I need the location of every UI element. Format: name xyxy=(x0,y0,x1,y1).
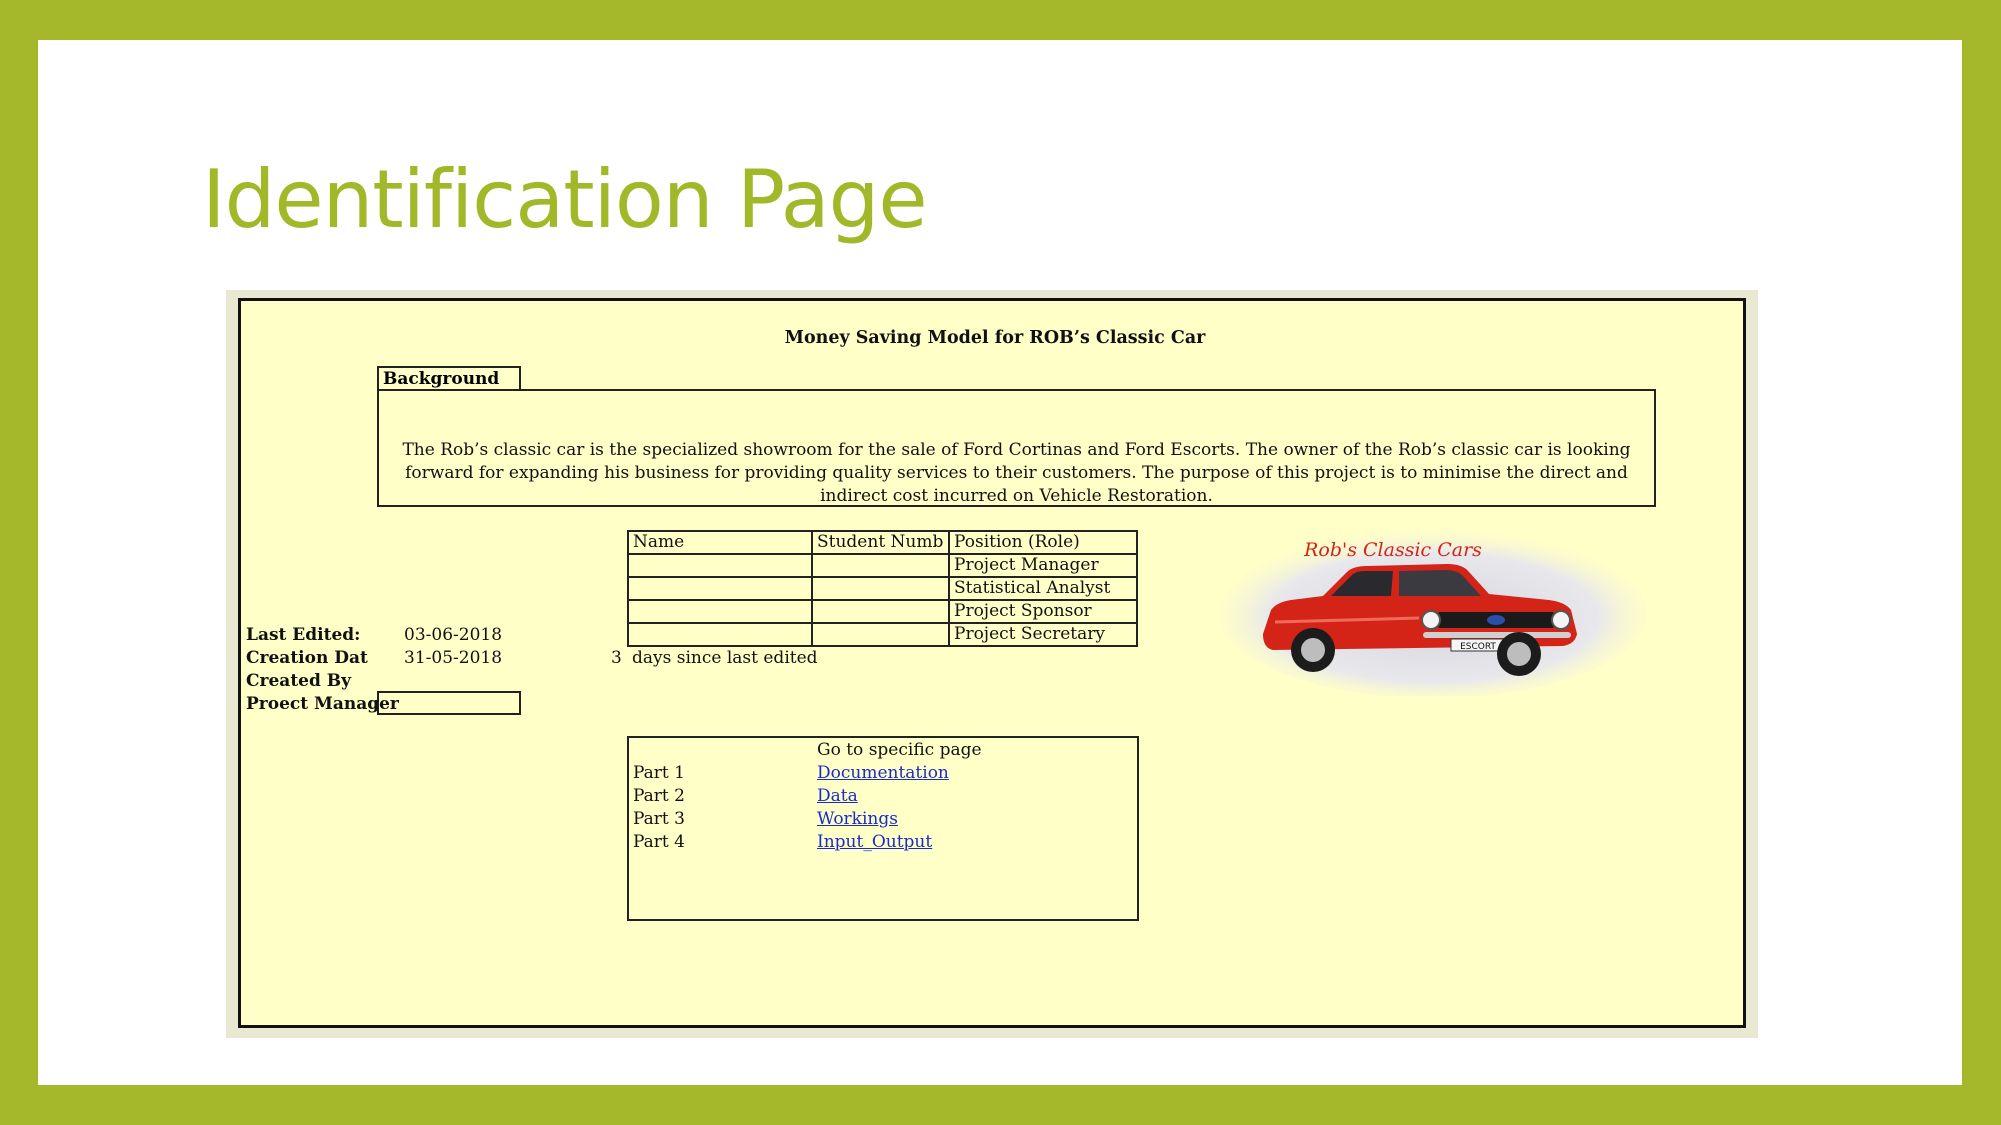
sheet-title: Money Saving Model for ROB’s Classic Car xyxy=(784,328,1206,348)
project-manager-label: Proect Manager xyxy=(246,694,399,714)
table-row: Statistical Analyst xyxy=(627,576,1138,601)
student-number-cell[interactable] xyxy=(811,599,950,624)
table-row: Project Sponsor xyxy=(627,599,1138,624)
navigation-heading: Go to specific page xyxy=(817,740,982,760)
last-edited-label: Last Edited: xyxy=(246,625,361,645)
link-data[interactable]: Data xyxy=(817,788,858,805)
days-since-text: days since last edited xyxy=(632,648,818,668)
logo-text: Rob's Classic Cars xyxy=(1303,539,1482,561)
navigation-box: Go to specific page Part 1 Documentation… xyxy=(627,736,1139,921)
nav-part-label: Part 3 xyxy=(633,809,685,829)
position-cell: Statistical Analyst xyxy=(948,576,1138,601)
robs-classic-cars-logo: Rob's Classic Cars ESCORT xyxy=(1219,526,1647,698)
header-student-number: Student Numb xyxy=(811,530,950,555)
link-workings[interactable]: Workings xyxy=(817,811,898,828)
student-number-cell[interactable] xyxy=(811,622,950,647)
position-cell: Project Sponsor xyxy=(948,599,1138,624)
link-input-output[interactable]: Input_Output xyxy=(817,834,932,851)
team-table: Name Student Numb Position (Role) Projec… xyxy=(627,530,1138,647)
background-label: Background xyxy=(377,366,521,390)
header-name: Name xyxy=(627,530,813,555)
created-by-label: Created By xyxy=(246,671,352,691)
nav-part-label: Part 1 xyxy=(633,763,685,783)
creation-date-label: Creation Dat xyxy=(246,648,368,668)
team-table-header-row: Name Student Numb Position (Role) xyxy=(627,530,1138,555)
student-number-cell[interactable] xyxy=(811,576,950,601)
nav-part-label: Part 2 xyxy=(633,786,685,806)
name-cell[interactable] xyxy=(627,553,813,578)
link-documentation[interactable]: Documentation xyxy=(817,765,949,782)
table-row: Project Secretary xyxy=(627,622,1138,647)
last-edited-value: 03-06-2018 xyxy=(404,625,503,645)
table-row: Project Manager xyxy=(627,553,1138,578)
nav-part-label: Part 4 xyxy=(633,832,685,852)
name-cell[interactable] xyxy=(627,622,813,647)
background-text: The Rob’s classic car is the specialized… xyxy=(402,440,1631,506)
red-classic-car-icon: Rob's Classic Cars ESCORT xyxy=(1219,530,1647,698)
spreadsheet-sheet: Money Saving Model for ROB’s Classic Car… xyxy=(238,298,1746,1028)
creation-date-value: 31-05-2018 xyxy=(404,648,503,668)
background-box: The Rob’s classic car is the specialized… xyxy=(377,389,1656,507)
plate-text: ESCORT xyxy=(1460,642,1496,652)
header-position: Position (Role) xyxy=(948,530,1138,555)
position-cell: Project Manager xyxy=(948,553,1138,578)
name-cell[interactable] xyxy=(627,599,813,624)
slide-title: Identification Page xyxy=(202,153,928,246)
name-cell[interactable] xyxy=(627,576,813,601)
student-number-cell[interactable] xyxy=(811,553,950,578)
days-count: 3 xyxy=(611,648,622,668)
position-cell: Project Secretary xyxy=(948,622,1138,647)
